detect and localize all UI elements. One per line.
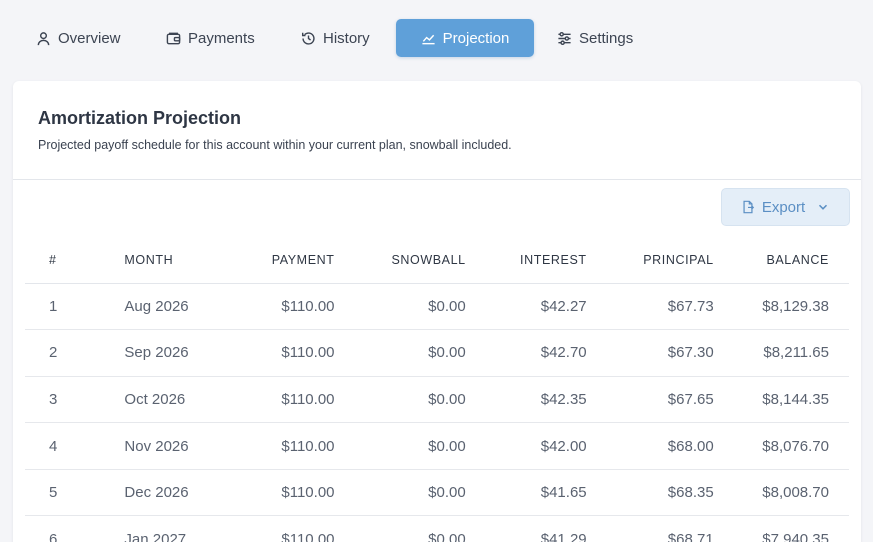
column-header-principal: PRINCIPAL bbox=[588, 238, 715, 284]
row-balance: $8,076.70 bbox=[714, 422, 849, 470]
row-snowball: $0.00 bbox=[334, 422, 468, 470]
row-index: 2 bbox=[25, 329, 125, 377]
row-month: Oct 2026 bbox=[124, 376, 227, 424]
row-interest: $41.29 bbox=[467, 515, 589, 542]
tab-label: Projection bbox=[442, 29, 510, 47]
table-row: 1 Aug 2026 $110.00 $0.00 $42.27 $67.73 $8,129.… bbox=[25, 283, 849, 331]
column-header-interest: INTEREST bbox=[467, 238, 589, 284]
projection-card: Amortization Projection Projected payoff… bbox=[13, 81, 861, 542]
tab-history[interactable]: History bbox=[301, 19, 370, 57]
table-header-row: # MONTH PAYMENT SNOWBALL INTEREST PRINCI… bbox=[25, 238, 849, 284]
table-row: 5 Dec 2026 $110.00 $0.00 $41.65 $68.35 $8,008.… bbox=[25, 469, 849, 517]
card-subtitle: Projected payoff schedule for this accou… bbox=[38, 138, 512, 152]
amortization-table: # MONTH PAYMENT SNOWBALL INTEREST PRINCI… bbox=[25, 238, 849, 542]
row-month: Jan 2027 bbox=[124, 515, 227, 542]
row-interest: $42.35 bbox=[467, 376, 589, 424]
export-label: Export bbox=[761, 198, 806, 216]
column-header-snowball: SNOWBALL bbox=[334, 238, 468, 284]
table-row: 6 Jan 2027 $110.00 $0.00 $41.29 $68.71 $7,940.… bbox=[25, 515, 849, 542]
row-interest: $42.70 bbox=[467, 329, 589, 377]
tab-label: Settings bbox=[579, 29, 634, 47]
row-month: Dec 2026 bbox=[124, 469, 227, 517]
row-principal: $68.00 bbox=[588, 422, 715, 470]
row-month: Sep 2026 bbox=[124, 329, 227, 377]
table-row: 4 Nov 2026 $110.00 $0.00 $42.00 $68.00 $8,076.… bbox=[25, 422, 849, 470]
row-index: 4 bbox=[25, 422, 125, 470]
row-month: Nov 2026 bbox=[124, 422, 227, 470]
row-balance: $8,144.35 bbox=[714, 376, 849, 424]
row-index: 1 bbox=[25, 283, 125, 331]
tab-label: Payments bbox=[188, 29, 255, 47]
tab-payments[interactable]: Payments bbox=[166, 19, 255, 57]
export-button[interactable]: Export bbox=[721, 188, 850, 226]
row-balance: $8,129.38 bbox=[714, 283, 849, 331]
tab-settings[interactable]: Settings bbox=[557, 19, 633, 57]
row-principal: $67.65 bbox=[588, 376, 715, 424]
row-payment: $110.00 bbox=[226, 422, 335, 470]
column-header-month: MONTH bbox=[124, 238, 227, 284]
row-payment: $110.00 bbox=[226, 376, 335, 424]
column-header-payment: PAYMENT bbox=[226, 238, 335, 284]
tab-label: Overview bbox=[58, 29, 121, 47]
row-payment: $110.00 bbox=[226, 283, 335, 331]
row-payment: $110.00 bbox=[226, 329, 335, 377]
row-payment: $110.00 bbox=[226, 469, 335, 517]
table-row: 2 Sep 2026 $110.00 $0.00 $42.70 $67.30 $8,211.… bbox=[25, 329, 849, 377]
table-row: 3 Oct 2026 $110.00 $0.00 $42.35 $67.65 $8,144.… bbox=[25, 376, 849, 424]
row-principal: $68.71 bbox=[588, 515, 715, 542]
column-header-balance: BALANCE bbox=[714, 238, 849, 284]
row-index: 6 bbox=[25, 515, 125, 542]
chevron-down-icon bbox=[819, 204, 828, 210]
user-icon bbox=[37, 31, 50, 45]
row-snowball: $0.00 bbox=[334, 329, 468, 377]
row-index: 5 bbox=[25, 469, 125, 517]
row-interest: $42.00 bbox=[467, 422, 589, 470]
chart-line-icon bbox=[422, 34, 435, 44]
row-balance: $8,211.65 bbox=[714, 329, 849, 377]
tab-projection[interactable]: Projection bbox=[396, 19, 534, 57]
row-snowball: $0.00 bbox=[334, 283, 468, 331]
file-export-icon bbox=[743, 200, 754, 214]
row-principal: $68.35 bbox=[588, 469, 715, 517]
wallet-icon bbox=[166, 32, 181, 44]
row-interest: $41.65 bbox=[467, 469, 589, 517]
column-header-index: # bbox=[25, 238, 125, 284]
row-payment: $110.00 bbox=[226, 515, 335, 542]
row-balance: $8,008.70 bbox=[714, 469, 849, 517]
tab-overview[interactable]: Overview bbox=[36, 19, 121, 57]
sliders-icon bbox=[558, 31, 571, 45]
card-header: Amortization Projection Projected payoff… bbox=[13, 81, 861, 180]
tab-label: History bbox=[323, 29, 370, 47]
row-principal: $67.73 bbox=[588, 283, 715, 331]
row-index: 3 bbox=[25, 376, 125, 424]
tab-bar: Overview Payments History Projection Set… bbox=[0, 0, 873, 80]
row-principal: $67.30 bbox=[588, 329, 715, 377]
row-interest: $42.27 bbox=[467, 283, 589, 331]
history-icon bbox=[301, 31, 315, 45]
row-snowball: $0.00 bbox=[334, 376, 468, 424]
row-month: Aug 2026 bbox=[124, 283, 227, 331]
row-balance: $7,940.35 bbox=[714, 515, 849, 542]
card-title: Amortization Projection bbox=[38, 108, 242, 128]
row-snowball: $0.00 bbox=[334, 515, 468, 542]
row-snowball: $0.00 bbox=[334, 469, 468, 517]
